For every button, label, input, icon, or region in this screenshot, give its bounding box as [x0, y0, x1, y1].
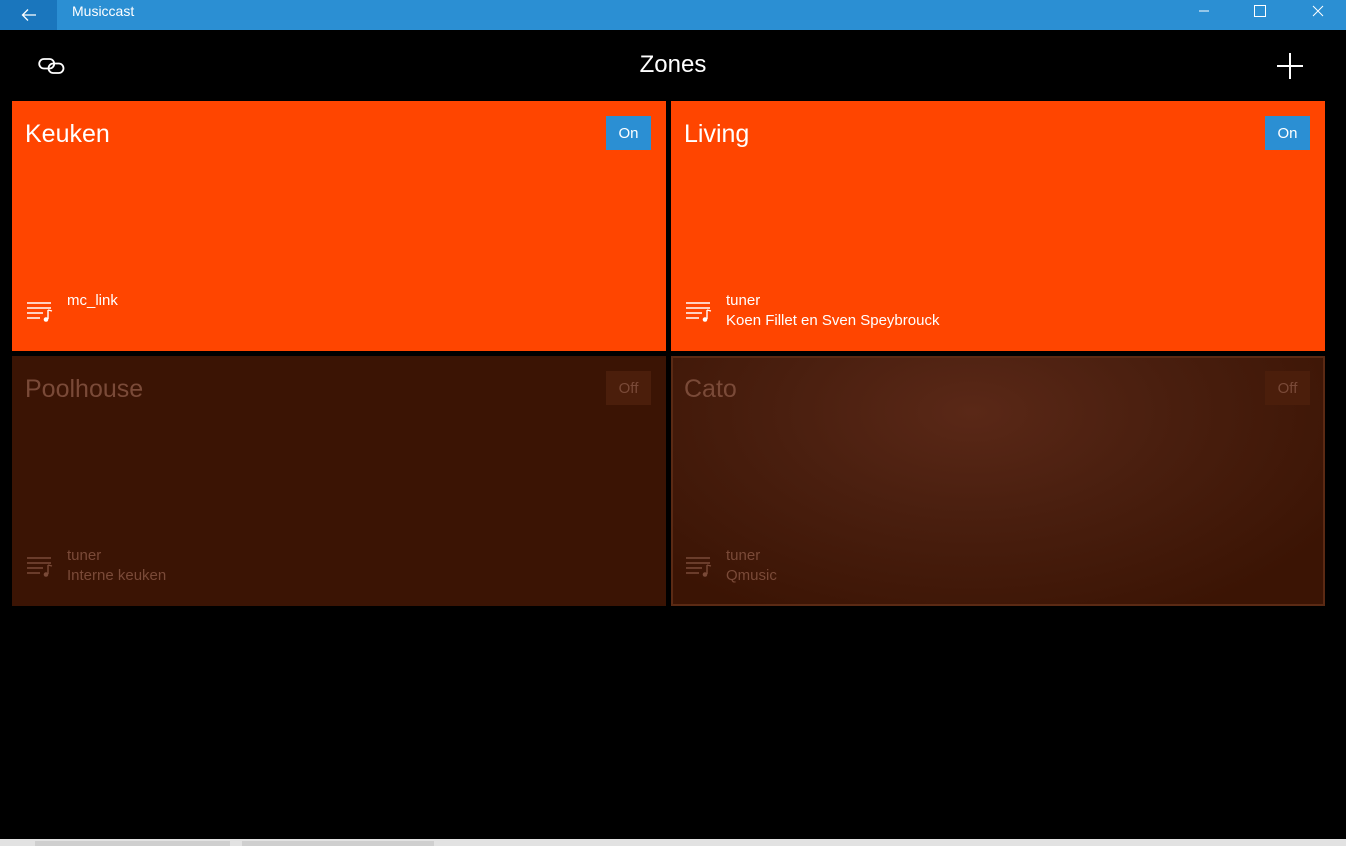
power-toggle-button[interactable]: Off — [1265, 371, 1310, 405]
title-bar: Musiccast — [0, 0, 1346, 30]
playlist-music-icon — [686, 302, 712, 322]
power-toggle-button[interactable]: Off — [606, 371, 651, 405]
zone-tile-living[interactable]: Living On tuner Koen Fillet en Sven Spey… — [671, 101, 1325, 351]
playlist-music-icon — [27, 302, 53, 322]
zone-name: Keuken — [25, 120, 110, 148]
zone-source-info: mc_link — [67, 291, 118, 311]
close-icon — [1312, 5, 1324, 17]
page-title: Zones — [639, 51, 707, 78]
zone-tile-keuken[interactable]: Keuken On mc_link — [12, 101, 666, 351]
power-toggle-button[interactable]: On — [606, 116, 651, 150]
zone-source-info: tuner Interne keuken — [67, 546, 166, 586]
arrow-left-icon — [21, 9, 36, 21]
playlist-music-icon — [686, 557, 712, 577]
maximize-icon — [1254, 5, 1266, 17]
plus-icon — [1277, 53, 1303, 79]
zone-source: mc_link — [67, 292, 118, 309]
window-title: Musiccast — [72, 3, 135, 19]
zone-source: tuner — [726, 292, 761, 309]
close-button[interactable] — [1290, 0, 1346, 22]
minimize-icon — [1199, 10, 1209, 12]
taskbar-segment — [35, 841, 230, 846]
taskbar-segment — [242, 841, 434, 846]
minimize-button[interactable] — [1176, 0, 1232, 22]
back-button[interactable] — [0, 0, 57, 30]
zone-tile-poolhouse[interactable]: Poolhouse Off tuner Interne keuken — [12, 356, 666, 606]
zone-now-playing: Interne keuken — [67, 567, 167, 584]
maximize-button[interactable] — [1232, 0, 1288, 22]
zone-name: Cato — [684, 375, 737, 403]
zone-source: tuner — [726, 547, 761, 564]
page-header: Zones — [0, 30, 1346, 100]
playlist-music-icon — [27, 557, 53, 577]
zone-source-info: tuner Koen Fillet en Sven Speybrouck — [726, 291, 939, 331]
zone-name: Living — [684, 120, 750, 148]
power-toggle-button[interactable]: On — [1265, 116, 1310, 150]
zone-source-info: tuner Qmusic — [726, 546, 777, 586]
zone-source: tuner — [67, 547, 102, 564]
add-zone-button[interactable] — [1272, 48, 1308, 84]
taskbar-strip — [0, 839, 1346, 846]
zone-name: Poolhouse — [25, 375, 144, 403]
zone-tile-cato[interactable]: Cato Off tuner Qmusic — [671, 356, 1325, 606]
zone-now-playing: Koen Fillet en Sven Speybrouck — [726, 312, 940, 329]
zone-now-playing: Qmusic — [726, 567, 777, 584]
